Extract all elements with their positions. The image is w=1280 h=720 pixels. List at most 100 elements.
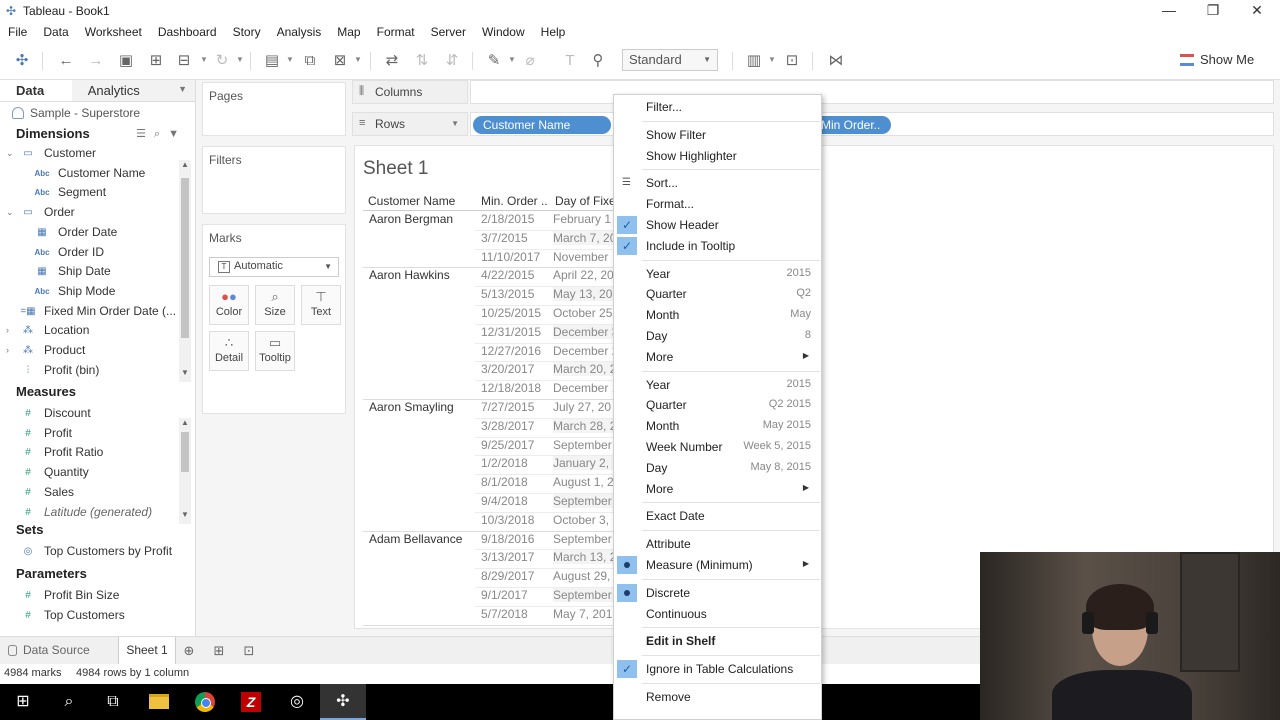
view-list-icon[interactable]: ☰ bbox=[136, 128, 154, 140]
file-explorer-icon[interactable] bbox=[136, 684, 182, 720]
cell-min-order-date[interactable]: 10/25/2015 bbox=[481, 306, 541, 320]
cell-min-order-date[interactable]: 12/31/2015 bbox=[481, 325, 541, 339]
cell-day-of-fixed[interactable]: December 1 bbox=[553, 381, 615, 395]
chevron-down-icon[interactable]: ⌄ bbox=[6, 144, 14, 164]
tooltip-button[interactable]: ▭ Tooltip bbox=[255, 331, 295, 371]
row-header-customer[interactable]: Aaron Hawkins bbox=[369, 268, 450, 282]
menu-story[interactable]: Story bbox=[225, 25, 269, 39]
menu-item-show-highlighter[interactable]: Show Highlighter bbox=[614, 146, 821, 166]
measure-field[interactable]: # Discount bbox=[0, 404, 180, 424]
cell-day-of-fixed[interactable]: December 3 bbox=[553, 324, 615, 339]
menu-item-more[interactable]: More ▶ bbox=[614, 347, 821, 367]
new-dashboard-icon[interactable]: ⊞ bbox=[210, 643, 228, 659]
menu-file[interactable]: File bbox=[0, 25, 35, 39]
cell-day-of-fixed[interactable]: August 29, bbox=[553, 569, 615, 583]
dimension-field[interactable]: ⌄ ▭ Order bbox=[0, 203, 180, 223]
new-worksheet-icon[interactable]: ⊕ bbox=[180, 643, 198, 659]
fit-select[interactable]: Standard ▼ bbox=[622, 49, 718, 71]
dimension-field[interactable]: Abc Segment bbox=[0, 183, 180, 203]
menu-data[interactable]: Data bbox=[35, 25, 76, 39]
cell-min-order-date[interactable]: 5/13/2015 bbox=[481, 287, 534, 301]
menu-worksheet[interactable]: Worksheet bbox=[77, 25, 150, 39]
column-header-day[interactable]: Day of Fixe bbox=[555, 194, 616, 208]
detail-button[interactable]: ∴ Detail bbox=[209, 331, 249, 371]
tab-sheet-1[interactable]: Sheet 1 bbox=[118, 637, 176, 665]
sort-ascending-icon[interactable]: ⇅ bbox=[412, 51, 432, 71]
cell-day-of-fixed[interactable]: January 2, bbox=[553, 456, 615, 471]
cell-min-order-date[interactable]: 10/3/2018 bbox=[481, 513, 534, 527]
obs-icon[interactable]: ◎ bbox=[274, 684, 320, 720]
cell-min-order-date[interactable]: 12/27/2016 bbox=[481, 344, 541, 358]
measure-field[interactable]: # Latitude (generated) bbox=[0, 503, 180, 521]
size-button[interactable]: ⌕ Size bbox=[255, 285, 295, 325]
cell-day-of-fixed[interactable]: March 28, 2 bbox=[553, 418, 615, 433]
cell-day-of-fixed[interactable]: March 7, 20 bbox=[553, 230, 615, 245]
cell-min-order-date[interactable]: 8/29/2017 bbox=[481, 569, 534, 583]
cell-day-of-fixed[interactable]: February 1 bbox=[553, 212, 615, 226]
undo-icon[interactable]: ← bbox=[56, 51, 76, 71]
scroll-up-icon[interactable]: ▲ bbox=[179, 160, 191, 169]
measure-field[interactable]: # Profit Ratio bbox=[0, 443, 180, 463]
dimension-field[interactable]: Abc Customer Name bbox=[0, 164, 180, 184]
text-button[interactable]: ⊤ Text bbox=[301, 285, 341, 325]
menu-analysis[interactable]: Analysis bbox=[269, 25, 330, 39]
dimension-field[interactable]: › ⁂ Product bbox=[0, 341, 180, 361]
measure-field[interactable]: # Quantity bbox=[0, 463, 180, 483]
dimension-field[interactable]: =▦ Fixed Min Order Date (... bbox=[0, 302, 180, 322]
menu-item-edit-in-shelf[interactable]: Edit in Shelf bbox=[614, 631, 821, 651]
menu-item-quarter[interactable]: Quarter Q2 2015 bbox=[614, 395, 821, 415]
cell-min-order-date[interactable]: 8/1/2018 bbox=[481, 475, 528, 489]
row-header-customer[interactable]: Aaron Bergman bbox=[369, 212, 453, 226]
chrome-icon[interactable] bbox=[182, 684, 228, 720]
menu-map[interactable]: Map bbox=[329, 25, 368, 39]
chevron-down-icon[interactable]: ▼ bbox=[451, 119, 459, 128]
row-header-customer[interactable]: Aaron Smayling bbox=[369, 400, 454, 414]
menu-item-year[interactable]: Year 2015 bbox=[614, 264, 821, 284]
menu-dashboard[interactable]: Dashboard bbox=[150, 25, 225, 39]
menu-item-week-number[interactable]: Week Number Week 5, 2015 bbox=[614, 437, 821, 457]
cell-min-order-date[interactable]: 12/18/2018 bbox=[481, 381, 541, 395]
menu-item-month[interactable]: Month May 2015 bbox=[614, 416, 821, 436]
mark-type-select[interactable]: T Automatic ▼ bbox=[209, 257, 339, 277]
cell-day-of-fixed[interactable]: October 25 bbox=[553, 306, 615, 320]
menu-item-include-in-tooltip[interactable]: ✓ Include in Tooltip bbox=[614, 236, 821, 256]
save-icon[interactable]: ▣ bbox=[116, 51, 136, 71]
menu-item-more[interactable]: More ▶ bbox=[614, 479, 821, 499]
cell-min-order-date[interactable]: 4/22/2015 bbox=[481, 268, 534, 282]
column-header-min-order[interactable]: Min. Order .. bbox=[481, 194, 548, 208]
menu-item-ignore-in-table-calculations[interactable]: ✓ Ignore in Table Calculations bbox=[614, 659, 821, 679]
measure-field[interactable]: # Profit bbox=[0, 424, 180, 444]
cell-min-order-date[interactable]: 3/20/2017 bbox=[481, 362, 534, 376]
menu-item-sort[interactable]: ☰ Sort... bbox=[614, 173, 821, 193]
menu-item-discrete[interactable]: Discrete bbox=[614, 583, 821, 603]
cell-day-of-fixed[interactable]: September bbox=[553, 494, 615, 508]
tab-data[interactable]: Data bbox=[0, 80, 72, 101]
menu-item-continuous[interactable]: Continuous bbox=[614, 604, 821, 624]
search-icon[interactable]: ⌕ bbox=[46, 684, 92, 720]
row-header-customer[interactable]: Adam Bellavance bbox=[369, 532, 462, 546]
menu-item-filter[interactable]: Filter... bbox=[614, 97, 821, 117]
menu-item-year[interactable]: Year 2015 bbox=[614, 375, 821, 395]
cell-min-order-date[interactable]: 3/13/2017 bbox=[481, 550, 534, 564]
cell-day-of-fixed[interactable]: October 3, bbox=[553, 513, 615, 527]
menu-item-attribute[interactable]: Attribute bbox=[614, 534, 821, 554]
menu-window[interactable]: Window bbox=[474, 25, 533, 39]
cell-min-order-date[interactable]: 3/28/2017 bbox=[481, 419, 534, 433]
cell-day-of-fixed[interactable]: November bbox=[553, 250, 615, 264]
menu-item-show-header[interactable]: ✓ Show Header bbox=[614, 215, 821, 235]
cell-day-of-fixed[interactable]: March 20, 2 bbox=[553, 362, 615, 377]
dimension-field[interactable]: ▦ Ship Date bbox=[0, 262, 180, 282]
menu-item-remove[interactable]: Remove bbox=[614, 687, 821, 707]
restore-button[interactable]: ❐ bbox=[1190, 0, 1236, 22]
dimensions-scrollbar[interactable]: ▲ ▼ bbox=[179, 160, 191, 382]
new-worksheet-icon[interactable]: ▤ bbox=[262, 51, 282, 71]
cell-day-of-fixed[interactable]: August 1, 2 bbox=[553, 475, 615, 489]
filezilla-icon[interactable]: Z bbox=[228, 684, 274, 720]
measures-scrollbar[interactable]: ▲ ▼ bbox=[179, 418, 191, 524]
color-button[interactable]: ●● Color bbox=[209, 285, 249, 325]
cell-day-of-fixed[interactable]: April 22, 20 bbox=[553, 268, 615, 282]
highlight-icon[interactable]: ✎ bbox=[484, 51, 504, 71]
search-icon[interactable]: ⌕ bbox=[154, 128, 168, 140]
dimension-field[interactable]: ⫶ Profit (bin) bbox=[0, 361, 180, 381]
column-header-customer-name[interactable]: Customer Name bbox=[368, 194, 455, 208]
